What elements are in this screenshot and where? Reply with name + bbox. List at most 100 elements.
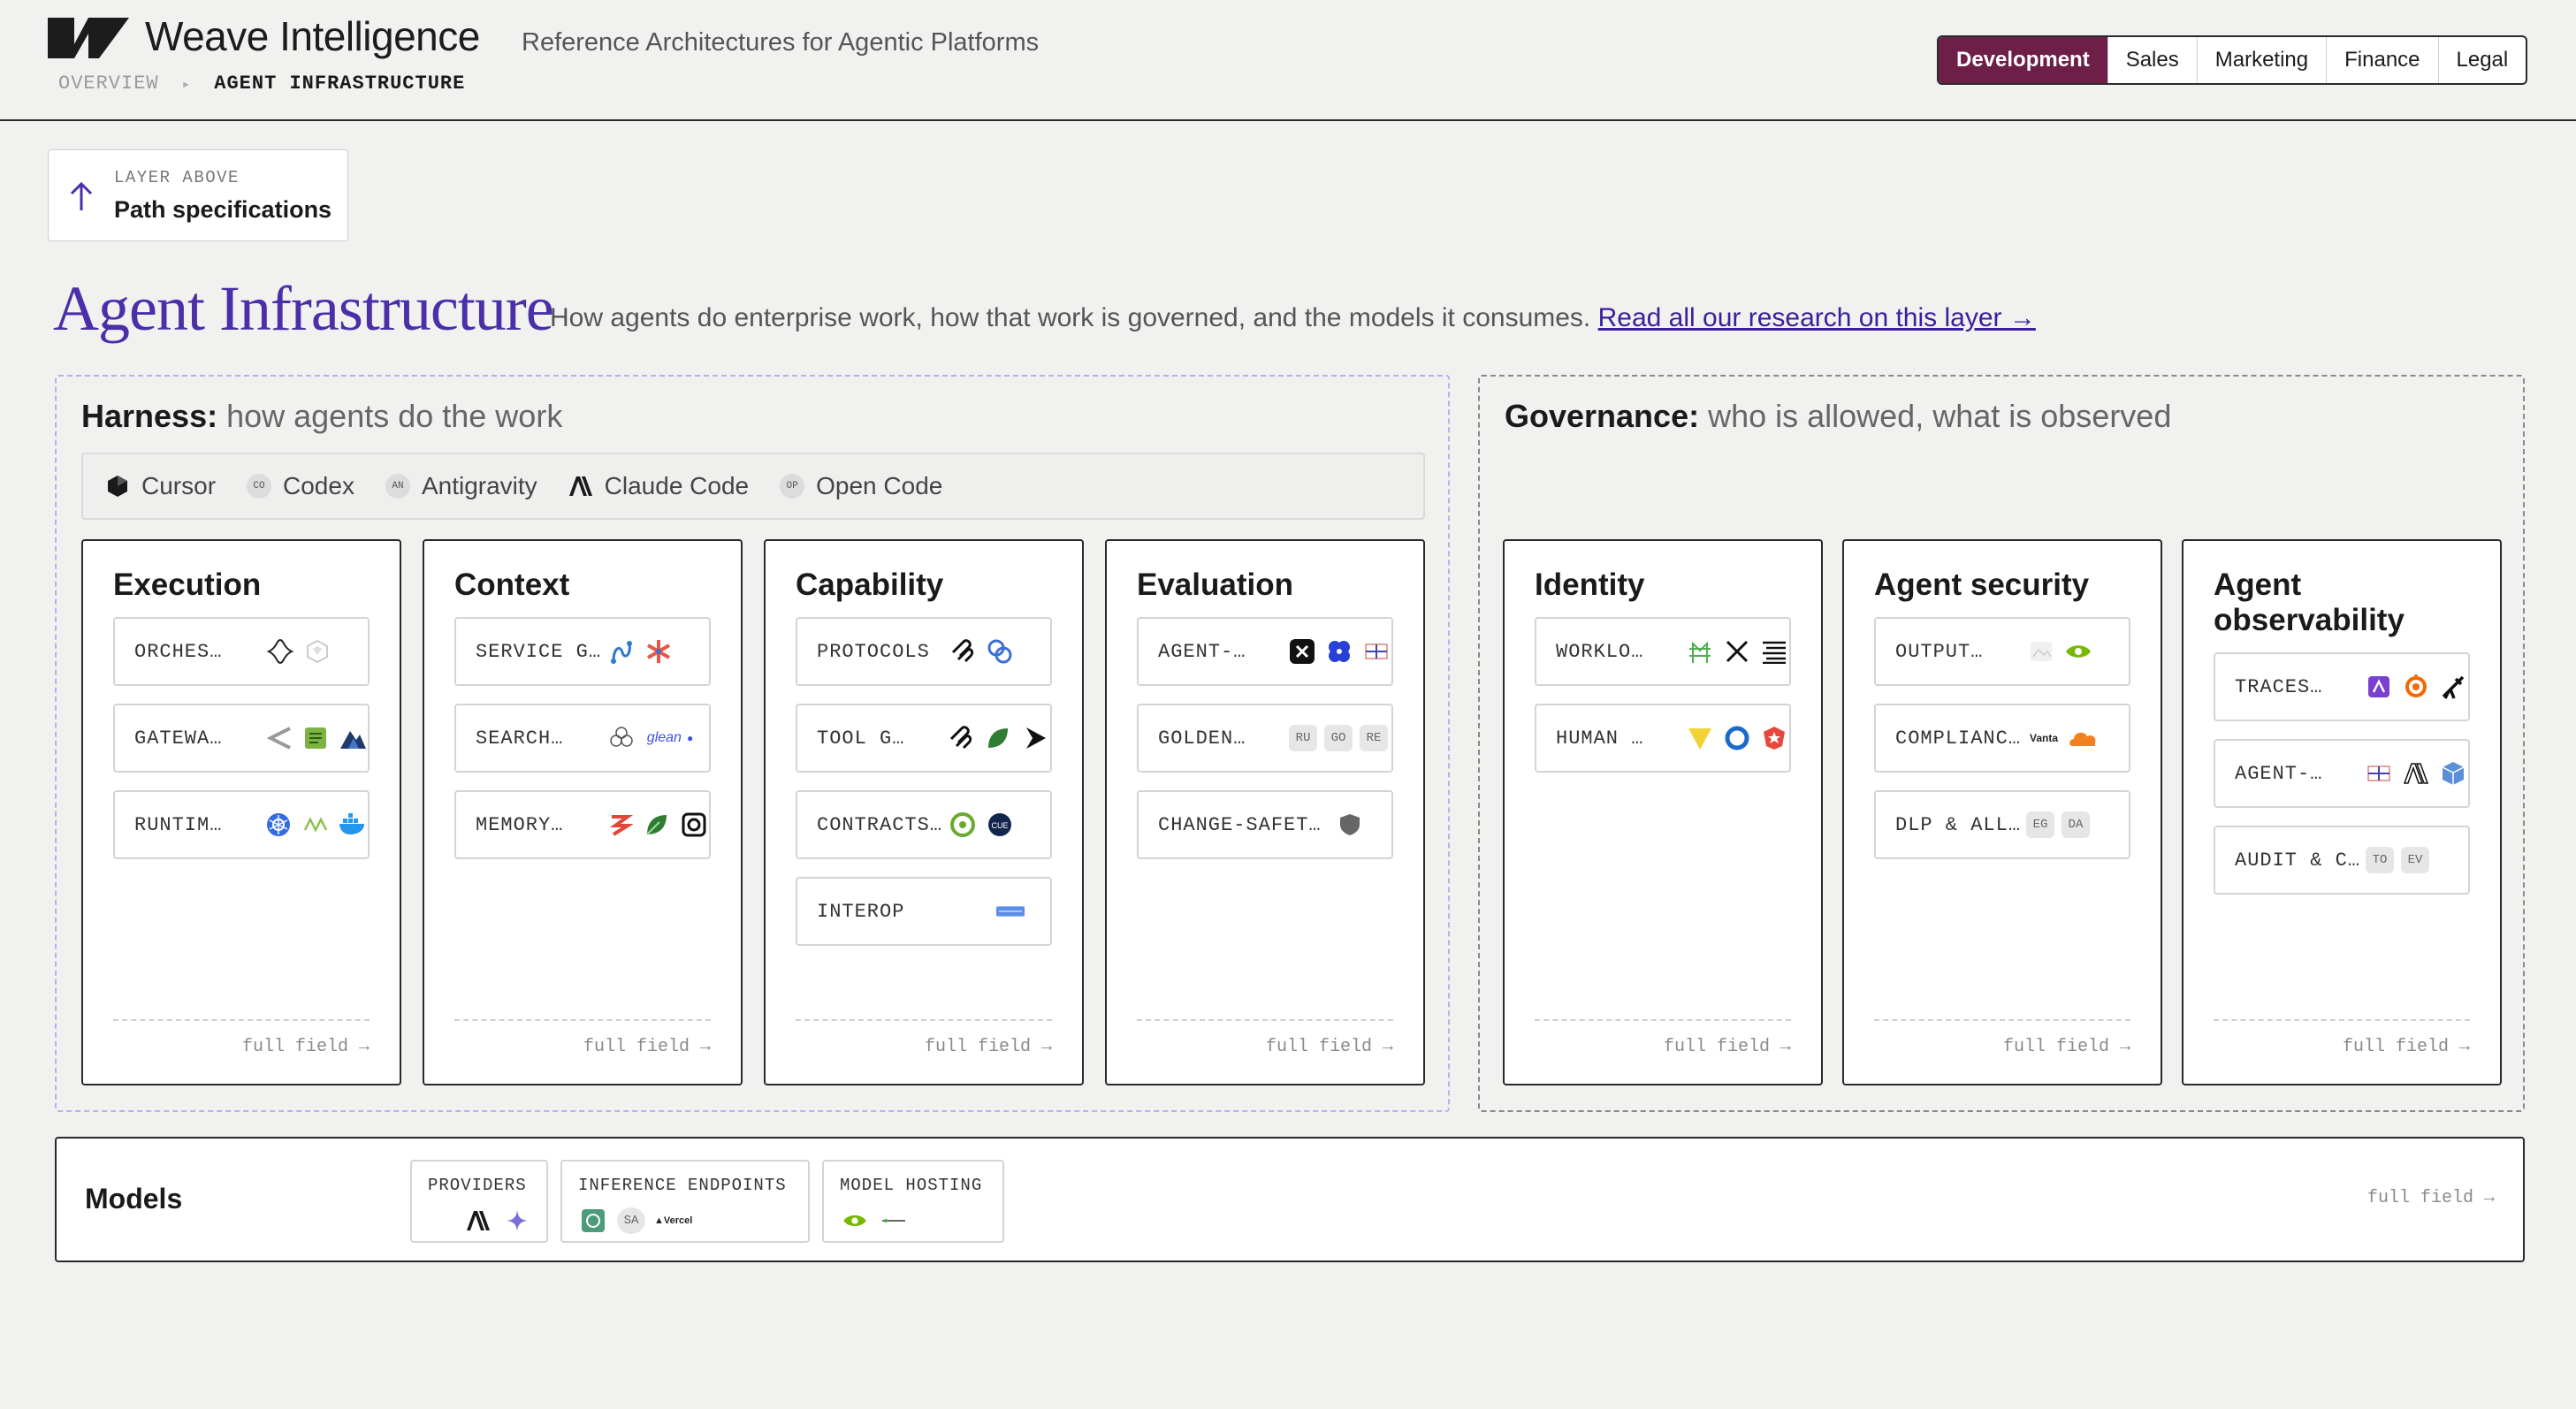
item-agent-eval[interactable]: AGENT-… <box>1137 617 1393 686</box>
full-field-link[interactable]: full field → <box>113 1019 370 1057</box>
badge-re: RE <box>1360 725 1388 751</box>
item-gateway[interactable]: GATEWA… <box>113 704 370 773</box>
tool-label: Cursor <box>141 472 217 499</box>
item-memory[interactable]: MEMORY… <box>454 790 711 859</box>
svg-text:CUE: CUE <box>991 821 1008 830</box>
flower-icon <box>606 723 636 753</box>
tool-antigravity[interactable]: AN Antigravity <box>385 472 537 500</box>
item-protocols[interactable]: PROTOCOLS <box>796 617 1052 686</box>
item-tool-gateway[interactable]: TOOL G… <box>796 704 1052 773</box>
card-evaluation: Evaluation AGENT-… GOLDEN… RU GO RE CHAN… <box>1105 539 1425 1085</box>
full-field-link[interactable]: full field → <box>2367 1188 2495 1208</box>
tool-open-code[interactable]: OP Open Code <box>779 472 942 500</box>
docker-icon <box>338 810 368 840</box>
governance-title: Governance: who is allowed, what is obse… <box>1505 398 2171 435</box>
full-field-link[interactable]: full field → <box>1874 1019 2130 1057</box>
nvidia-icon <box>2063 636 2093 666</box>
badge-da: DA <box>2062 811 2090 838</box>
okta-icon <box>1722 723 1752 753</box>
item-audit[interactable]: AUDIT & C… TO EV <box>2214 826 2470 895</box>
item-label: ORCHES… <box>134 640 223 663</box>
item-change-safety[interactable]: CHANGE-SAFET… <box>1137 790 1393 859</box>
item-interop[interactable]: INTEROP <box>796 877 1052 946</box>
tool-claude-code[interactable]: Claude Code <box>568 472 749 500</box>
breadcrumb-separator-icon: ▸ <box>181 76 192 93</box>
tool-cursor[interactable]: Cursor <box>104 472 216 500</box>
arize-icon <box>2364 672 2394 702</box>
item-orchestration[interactable]: ORCHES… <box>113 617 370 686</box>
openai-icon <box>578 1206 608 1236</box>
item-search[interactable]: SEARCH… glean ● <box>454 704 711 773</box>
hexagon-icon <box>302 636 332 666</box>
item-service-graph[interactable]: SERVICE G… <box>454 617 711 686</box>
item-label: AGENT-… <box>1158 640 1246 663</box>
mcp-icon <box>948 636 978 666</box>
card-title: Identity <box>1535 567 1645 602</box>
card-context: Context SERVICE G… SEARCH… glean ● MEMORY… <box>423 539 743 1085</box>
tab-development[interactable]: Development <box>1939 37 2107 83</box>
anthropic-icon <box>568 473 594 499</box>
badge-ev: EV <box>2401 847 2429 873</box>
tool-codex[interactable]: CO Codex <box>246 472 354 500</box>
card-title: Capability <box>796 567 944 602</box>
openapi-icon <box>995 896 1025 926</box>
tool-label: Antigravity <box>421 472 537 499</box>
badge-go: GO <box>1324 725 1353 751</box>
item-label: TOOL G… <box>817 727 905 750</box>
models-title: Models <box>85 1183 183 1215</box>
full-field-link[interactable]: full field → <box>796 1019 1052 1057</box>
item-contracts[interactable]: CONTRACTS… CUE <box>796 790 1052 859</box>
telescope-icon <box>2438 672 2468 702</box>
item-label: GATEWA… <box>134 727 223 750</box>
item-output-guardrails[interactable]: OUTPUT… <box>1874 617 2130 686</box>
layer-above-value: Path specifications <box>114 196 332 223</box>
models-providers[interactable]: PROVIDERS <box>410 1160 548 1243</box>
target-icon <box>948 810 978 840</box>
weave-logo-icon[interactable] <box>48 18 129 58</box>
layer-above-button[interactable]: LAYER ABOVE Path specifications <box>48 149 348 241</box>
item-agent-monitoring[interactable]: AGENT-… <box>2214 739 2470 808</box>
models-inference-endpoints[interactable]: INFERENCE ENDPOINTS SA ▲Vercel <box>560 1160 810 1243</box>
temporal-icon <box>265 636 295 666</box>
breadcrumb-overview[interactable]: OVERVIEW <box>58 72 159 95</box>
item-label: INTEROP <box>817 900 905 923</box>
item-label: GOLDEN… <box>1158 727 1246 750</box>
graph-icon <box>606 636 636 666</box>
full-field-link[interactable]: full field → <box>454 1019 711 1057</box>
tool-label: Codex <box>283 472 354 499</box>
top-header: Weave Intelligence Reference Architectur… <box>0 0 2576 121</box>
leaf-icon <box>983 723 1013 753</box>
cue-icon: CUE <box>985 810 1015 840</box>
tab-marketing[interactable]: Marketing <box>2196 37 2326 83</box>
group-label: PROVIDERS <box>428 1176 527 1195</box>
item-label: RUNTIM… <box>134 813 223 836</box>
page-description: How agents do enterprise work, how that … <box>550 303 2036 333</box>
zep-icon <box>605 810 635 840</box>
item-runtime[interactable]: RUNTIM… <box>113 790 370 859</box>
page-description-text: How agents do enterprise work, how that … <box>550 303 1591 332</box>
full-field-link[interactable]: full field → <box>1137 1019 1393 1057</box>
item-traces[interactable]: TRACES… <box>2214 652 2470 721</box>
full-field-link[interactable]: full field → <box>2214 1019 2470 1057</box>
brand-name[interactable]: Weave Intelligence <box>145 12 480 60</box>
mcp-icon <box>946 723 976 753</box>
full-field-link[interactable]: full field → <box>1535 1019 1791 1057</box>
item-dlp[interactable]: DLP & ALL… EG DA <box>1874 790 2130 859</box>
item-human-identity[interactable]: HUMAN … <box>1535 704 1791 773</box>
tab-sales[interactable]: Sales <box>2107 37 2197 83</box>
square-ring-icon <box>679 810 709 840</box>
item-compliance[interactable]: COMPLIANC… Vanta <box>1874 704 2130 773</box>
tab-legal[interactable]: Legal <box>2437 37 2526 83</box>
card-title: Evaluation <box>1137 567 1293 602</box>
card-agent-observability: Agent observability TRACES… AGENT-… AUDI… <box>2182 539 2502 1085</box>
item-workload-identity[interactable]: WORKLO… <box>1535 617 1791 686</box>
research-link[interactable]: Read all our research on this layer → <box>1598 303 2036 332</box>
braintrust-icon <box>1287 636 1317 666</box>
item-label: PROTOCOLS <box>817 640 930 663</box>
item-golden-datasets[interactable]: GOLDEN… RU GO RE <box>1137 704 1393 773</box>
models-hosting[interactable]: MODEL HOSTING <box>822 1160 1004 1243</box>
badge-to: TO <box>2366 847 2394 873</box>
tab-finance[interactable]: Finance <box>2326 37 2437 83</box>
asterisk-icon <box>644 636 674 666</box>
breadcrumb-current: AGENT INFRASTRUCTURE <box>214 72 466 95</box>
